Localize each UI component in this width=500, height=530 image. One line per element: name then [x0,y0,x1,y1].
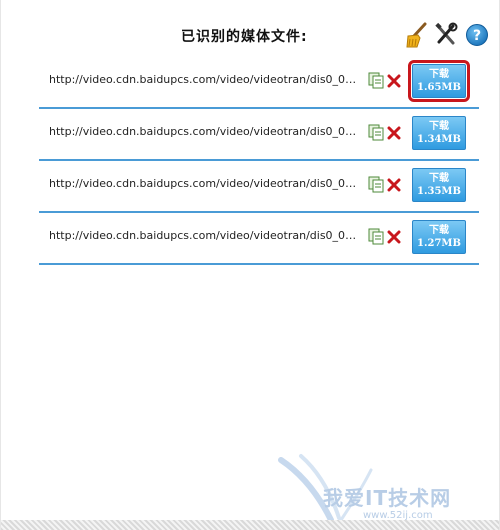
download-label: 下载 [429,69,449,80]
file-size: 1.35MB [417,186,461,197]
help-icon[interactable]: ? [465,22,489,48]
download-button[interactable]: 下载 1.27MB [412,220,466,254]
media-file-row: http://video.cdn.baidupcs.com/video/vide… [39,60,479,109]
wrench-icon[interactable] [434,22,458,48]
help-glyph: ? [473,28,481,44]
download-label: 下载 [429,173,449,184]
panel-title: 已识别的媒体文件: [181,29,308,45]
site-watermark: 我爱IT技术网 www.52ij.com [271,450,499,530]
delete-icon[interactable] [387,73,401,88]
download-button[interactable]: 下载 1.34MB [412,116,466,150]
watermark-text: 我爱IT技术网 [323,486,452,510]
media-file-row: http://video.cdn.baidupcs.com/video/vide… [39,166,479,213]
download-button[interactable]: 下载 1.35MB [412,168,466,202]
delete-icon[interactable] [387,177,401,192]
delete-icon[interactable] [387,125,401,140]
download-label: 下载 [429,121,449,132]
media-file-row: http://video.cdn.baidupcs.com/video/vide… [39,114,479,161]
copy-icon[interactable] [368,228,384,245]
panel-header: 已识别的媒体文件: ? [1,22,499,52]
file-url: http://video.cdn.baidupcs.com/video/vide… [49,125,361,138]
copy-icon[interactable] [368,72,384,89]
file-url: http://video.cdn.baidupcs.com/video/vide… [49,229,361,242]
delete-icon[interactable] [387,229,401,244]
media-file-row: http://video.cdn.baidupcs.com/video/vide… [39,218,479,265]
file-size: 1.65MB [417,82,461,93]
file-url: http://video.cdn.baidupcs.com/video/vide… [49,73,361,86]
download-label: 下载 [429,225,449,236]
download-button[interactable]: 下载 1.65MB [408,60,470,102]
bottom-border [1,520,499,530]
file-size: 1.27MB [417,238,461,249]
broom-icon[interactable] [405,22,429,48]
file-size: 1.34MB [417,134,461,145]
media-sniffer-panel: 已识别的媒体文件: ? http://video.cdn.baidupcs.co… [0,0,500,530]
file-url: http://video.cdn.baidupcs.com/video/vide… [49,177,361,190]
media-file-list: http://video.cdn.baidupcs.com/video/vide… [39,60,479,270]
copy-icon[interactable] [368,124,384,141]
copy-icon[interactable] [368,176,384,193]
